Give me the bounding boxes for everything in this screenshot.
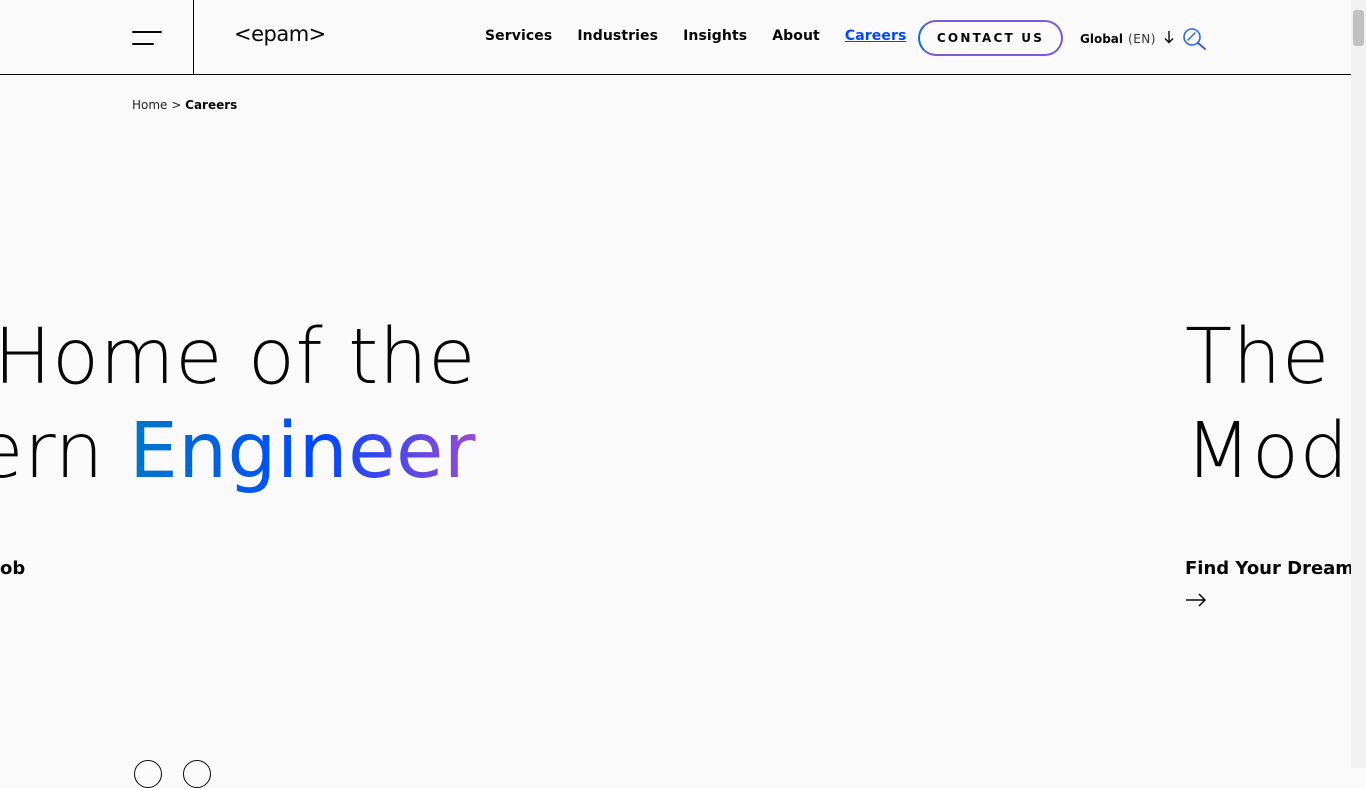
lang-region: Global [1080,31,1124,46]
nav-about[interactable]: About [772,28,820,44]
nav-careers[interactable]: Careers [845,28,907,44]
carousel-prev-button[interactable] [134,760,162,788]
carousel-next-button[interactable] [183,760,211,788]
slide-prev-headline: Home of the ern Engineer [0,312,476,498]
scrollbar-thumb[interactable] [1353,10,1364,46]
carousel-slide-next: The Mod Find Your Dream J [1185,0,1351,768]
carousel-slide-previous: Home of the ern Engineer ob [0,0,600,768]
slide-prev-line1: Home of the [0,313,476,402]
slide-prev-cta[interactable]: ob [0,558,25,579]
slide-next-line2: Mod [1185,407,1349,496]
chevron-down-icon [1164,30,1174,47]
arrow-right-icon[interactable] [1185,592,1207,612]
slide-next-headline: The Mod [1185,312,1349,498]
nav-insights[interactable]: Insights [683,28,747,44]
slide-next-cta[interactable]: Find Your Dream J [1185,558,1351,579]
slide-prev-line2-accent: Engineer [129,407,476,496]
contact-us-button[interactable]: CONTACT US [918,20,1063,56]
slide-prev-line2-plain: ern [0,407,105,496]
slide-prev-line2: ern Engineer [0,406,476,498]
slide-next-line1: The [1185,313,1330,402]
language-selector[interactable]: Global (EN) [1080,30,1174,47]
lang-code: (EN) [1128,31,1156,46]
page-scrollbar[interactable] [1351,0,1366,768]
